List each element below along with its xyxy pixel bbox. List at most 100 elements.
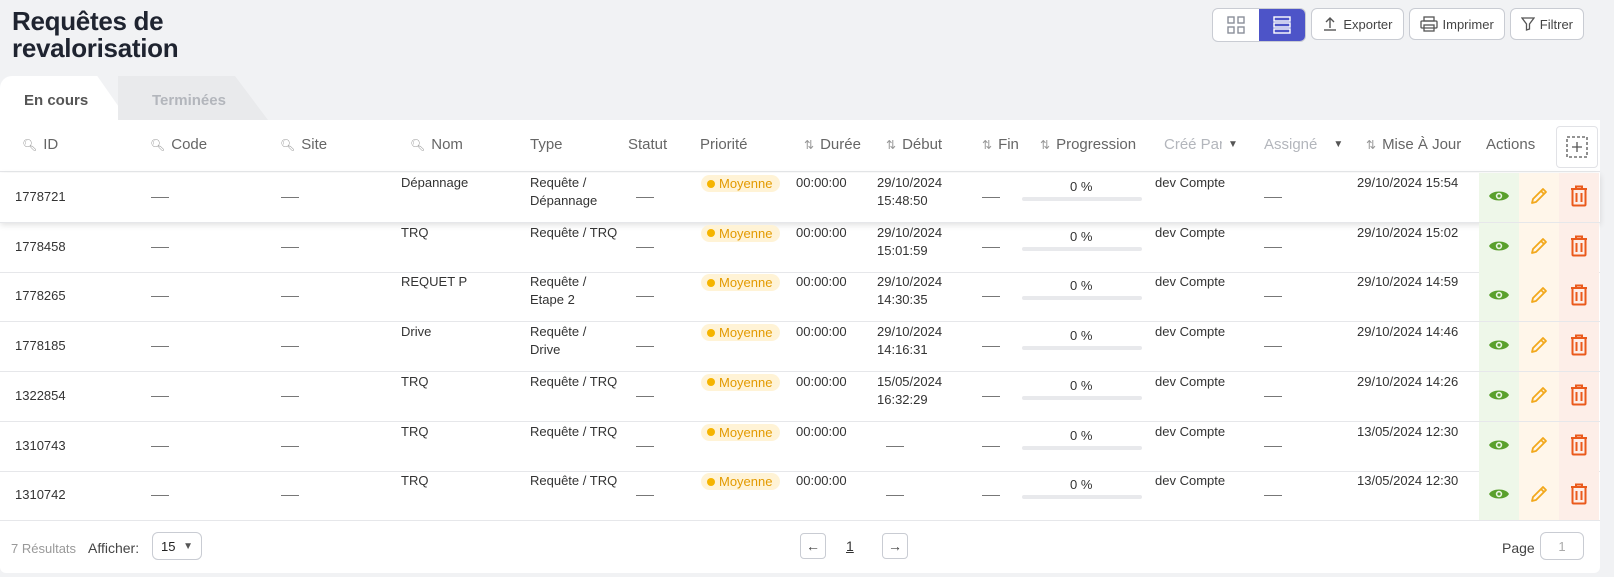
print-button[interactable]: Imprimer [1408, 8, 1505, 40]
code-empty [151, 495, 169, 497]
page-size-select[interactable]: 15 ▼ [152, 532, 202, 560]
site-empty [281, 445, 299, 447]
fin-empty [982, 246, 1000, 248]
page-size-value: 15 [161, 538, 176, 554]
caret-down-icon[interactable]: ▼ [1228, 139, 1238, 150]
delete-button[interactable] [1559, 173, 1599, 222]
trash-icon [1570, 434, 1588, 459]
export-button[interactable]: Exporter [1311, 8, 1404, 40]
progress-bar [1022, 445, 1142, 450]
table-row[interactable]: 1322854 TRQ Requête / TRQ Moyenne 00:00:00 15… [0, 371, 1600, 422]
search-icon[interactable]: 🔍︎ [150, 138, 165, 152]
table-row[interactable]: 1310743 TRQ Requête / TRQ Moyenne 00:00:00 0 … [0, 421, 1600, 472]
edit-button[interactable] [1519, 272, 1559, 322]
header-id[interactable]: 🔍︎ ID [22, 136, 58, 153]
table-row[interactable]: 1778265 REQUET P Requête / Etape 2 Moyenne 00… [0, 272, 1600, 323]
pencil-icon [1529, 435, 1549, 458]
edit-button[interactable] [1519, 173, 1559, 222]
delete-button[interactable] [1559, 222, 1599, 272]
table-row[interactable]: 1778721 Dépannage Requête / Dépannage Moyenn… [0, 173, 1600, 223]
pencil-icon [1529, 236, 1549, 259]
duree-cell: 00:00:00 [796, 473, 847, 489]
progress-bar [1022, 395, 1142, 400]
edit-button[interactable] [1519, 222, 1559, 272]
eye-icon [1488, 287, 1510, 306]
id-cell: 1310742 [15, 487, 66, 503]
search-icon[interactable]: 🔍︎ [22, 138, 37, 152]
sort-icon[interactable]: ⇅ [1366, 138, 1376, 152]
search-icon[interactable]: 🔍︎ [280, 138, 295, 152]
type-cell-line2: Drive [530, 342, 561, 358]
eye-icon [1488, 337, 1510, 356]
view-button[interactable] [1479, 272, 1519, 322]
view-button[interactable] [1479, 222, 1519, 272]
page-number-link[interactable]: 1 [846, 538, 854, 554]
cree-par-cell: dev Compte [1155, 274, 1226, 290]
header-debut[interactable]: ⇅ Début [886, 136, 942, 153]
duree-cell: 00:00:00 [796, 423, 847, 439]
progress-label: 0 % [1070, 278, 1093, 294]
edit-button[interactable] [1519, 371, 1559, 421]
search-icon[interactable]: 🔍︎ [410, 138, 425, 152]
delete-button[interactable] [1559, 371, 1599, 421]
cree-par-cell: dev Compte [1155, 224, 1226, 240]
code-empty [151, 346, 169, 348]
caret-down-icon[interactable]: ▼ [1333, 139, 1343, 150]
edit-button[interactable] [1519, 471, 1559, 521]
delete-button[interactable] [1559, 471, 1599, 521]
next-page-button[interactable]: → [882, 533, 908, 559]
type-cell-line2: Etape 2 [530, 292, 575, 308]
page-jump-input[interactable]: 1 [1540, 532, 1584, 560]
eye-icon [1488, 188, 1510, 207]
header-assigne[interactable]: Assigné ▼ [1264, 136, 1343, 153]
trash-icon [1570, 235, 1588, 260]
table-row[interactable]: 1778185 Drive Requête / Drive Moyenne 00:00:0… [0, 322, 1600, 373]
filter-button[interactable]: Filtrer [1509, 8, 1584, 40]
mise-a-jour-cell: 13/05/2024 12:30 [1357, 423, 1459, 439]
view-button[interactable] [1479, 173, 1519, 222]
view-button[interactable] [1479, 471, 1519, 521]
edit-button[interactable] [1519, 421, 1559, 471]
nom-cell: TRQ [401, 473, 429, 489]
view-button[interactable] [1479, 421, 1519, 471]
progress-label: 0 % [1070, 477, 1093, 493]
header-priorite: Priorité [700, 136, 748, 153]
duree-cell: 00:00:00 [796, 373, 847, 389]
delete-button[interactable] [1559, 272, 1599, 322]
header-cree-par[interactable]: Créé Par ▼ [1164, 136, 1238, 153]
cree-par-cell: dev Compte [1155, 324, 1226, 340]
table-row[interactable]: 1778458 TRQ Requête / TRQ Moyenne 00:00:00 29… [0, 222, 1600, 273]
sort-icon[interactable]: ⇅ [982, 138, 992, 152]
header-nom[interactable]: 🔍︎ Nom [410, 136, 463, 153]
sort-icon[interactable]: ⇅ [1040, 138, 1050, 152]
priority-dot [707, 229, 715, 238]
view-button[interactable] [1479, 371, 1519, 421]
delete-button[interactable] [1559, 421, 1599, 471]
tab-en-cours[interactable]: En cours [0, 76, 128, 120]
list-view-button[interactable] [1259, 9, 1306, 41]
table-row[interactable]: 1310742 TRQ Requête / TRQ Moyenne 00:00:00 0 … [0, 471, 1600, 522]
grid-view-button[interactable] [1213, 9, 1259, 41]
header-fin[interactable]: ⇅ Fin [982, 136, 1019, 153]
header-progression[interactable]: ⇅ Progression [1040, 136, 1136, 153]
tab-terminees[interactable]: Terminées [118, 76, 268, 120]
statut-empty [636, 346, 654, 348]
view-button[interactable] [1479, 322, 1519, 372]
assigne-empty [1264, 395, 1282, 397]
header-site[interactable]: 🔍︎ Site [280, 136, 327, 153]
header-code[interactable]: 🔍︎ Code [150, 136, 207, 153]
list-icon [1273, 16, 1292, 34]
trash-icon [1570, 483, 1588, 508]
edit-button[interactable] [1519, 322, 1559, 372]
delete-button[interactable] [1559, 322, 1599, 372]
sort-icon[interactable]: ⇅ [804, 138, 814, 152]
page-size-label: Afficher: [88, 540, 140, 556]
header-duree[interactable]: ⇅ Durée [804, 136, 861, 153]
column-settings-button[interactable] [1556, 126, 1598, 168]
debut-empty [886, 495, 904, 497]
sort-icon[interactable]: ⇅ [886, 138, 896, 152]
site-empty [281, 346, 299, 348]
prev-page-button[interactable]: ← [800, 533, 826, 559]
header-mise-a-jour[interactable]: ⇅ Mise À Jour [1366, 136, 1461, 153]
debut-cell-time: 16:32:29 [877, 391, 928, 407]
